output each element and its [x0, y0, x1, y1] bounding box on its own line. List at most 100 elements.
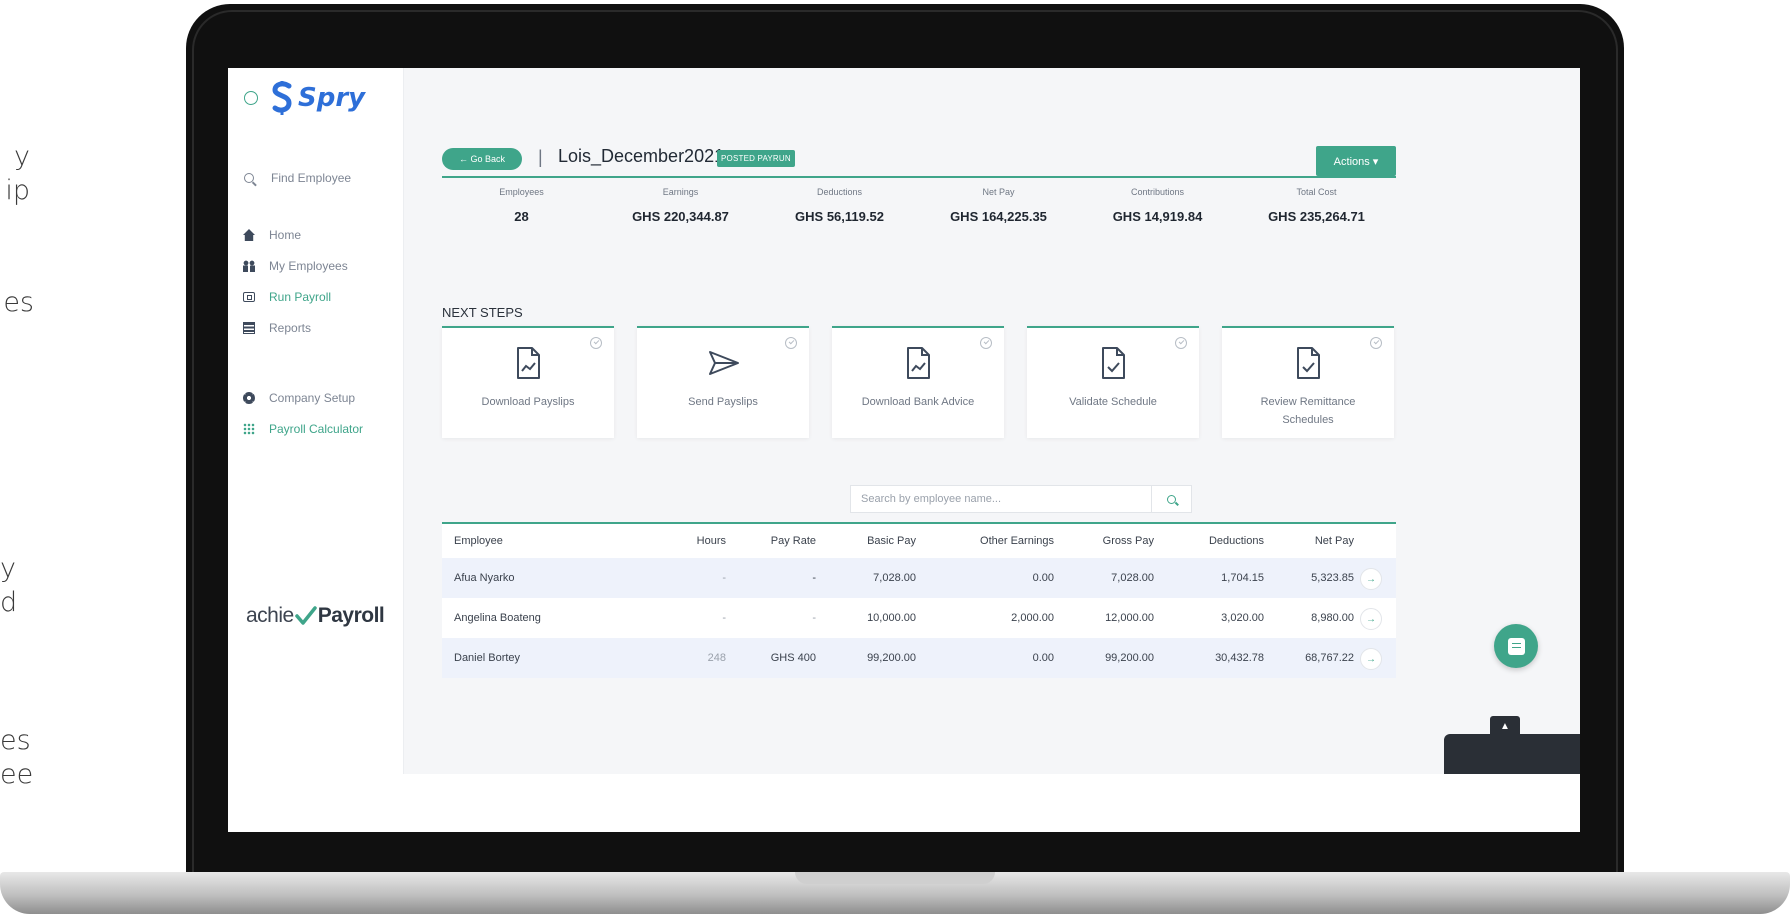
sidebar-item-my-employees[interactable]: My Employees — [243, 259, 348, 273]
people-icon — [243, 260, 255, 272]
summary-value: GHS 235,264.71 — [1268, 209, 1365, 224]
gear-icon — [243, 392, 255, 404]
payrun-summary: Employees 28 Earnings GHS 220,344.87 Ded… — [442, 176, 1396, 244]
employee-search-input[interactable] — [851, 486, 1153, 512]
sidebar-item-run-payroll[interactable]: Run Payroll — [243, 290, 331, 304]
cell-employee: Daniel Bortey — [454, 652, 521, 664]
side-text-line: y — [14, 141, 30, 172]
card-validate-schedule[interactable]: Validate Schedule — [1027, 326, 1199, 438]
side-text-group-4: es ee — [0, 724, 33, 792]
side-text-line: es — [0, 725, 31, 756]
achieve-payroll-logo: achie Payroll — [246, 604, 385, 628]
status-badge: POSTED PAYRUN — [717, 150, 795, 167]
summary-value: GHS 14,919.84 — [1112, 209, 1203, 224]
summary-employees: Employees 28 — [442, 178, 601, 244]
card-review-remittance-schedules[interactable]: Review Remittance Schedules — [1222, 326, 1394, 438]
sidebar-item-label: Payroll Calculator — [269, 422, 364, 436]
cell-hours: - — [722, 572, 726, 584]
cell-gross-pay: 12,000.00 — [1105, 612, 1154, 624]
card-send-payslips[interactable]: Send Payslips — [637, 326, 809, 438]
cell-net-pay: 5,323.85 — [1311, 572, 1354, 584]
summary-earnings: Earnings GHS 220,344.87 — [601, 178, 760, 244]
cell-deductions: 30,432.78 — [1215, 652, 1264, 664]
actions-dropdown-button[interactable]: Actions ▾ — [1316, 146, 1396, 176]
document-chart-icon — [907, 347, 930, 379]
go-back-button[interactable]: ← Go Back — [442, 148, 522, 170]
laptop-notch — [795, 872, 995, 884]
column-header[interactable]: Gross Pay — [1054, 535, 1154, 547]
side-text-group-3: y d — [0, 552, 17, 620]
summary-value: GHS 220,344.87 — [632, 209, 729, 224]
cell-other-earnings: 0.00 — [1032, 572, 1054, 584]
check-circle-icon — [1175, 337, 1187, 349]
sidebar-item-home[interactable]: Home — [243, 228, 301, 242]
scroll-up-chevron-icon[interactable]: ▲ — [1490, 716, 1520, 736]
card-download-bank-advice[interactable]: Download Bank Advice — [832, 326, 1004, 438]
document-check-icon — [1297, 347, 1320, 379]
document-check-icon — [1102, 347, 1125, 379]
side-text-group-1: y ip — [0, 140, 30, 208]
cell-basic-pay: 7,028.00 — [873, 572, 916, 584]
table-row[interactable]: Daniel Bortey 248 GHS 400 99,200.00 0.00… — [442, 638, 1396, 678]
bottom-tab-strip — [1444, 734, 1580, 774]
search-button[interactable] — [1151, 486, 1191, 512]
sidebar: Spry Find Employee Home My Employees Run… — [228, 68, 404, 774]
employee-search — [850, 485, 1192, 513]
cell-net-pay: 68,767.22 — [1305, 652, 1354, 664]
table-row[interactable]: Angelina Boateng - - 10,000.00 2,000.00 … — [442, 598, 1396, 638]
cell-gross-pay: 99,200.00 — [1105, 652, 1154, 664]
column-header[interactable]: Other Earnings — [916, 535, 1054, 547]
summary-value: GHS 164,225.35 — [950, 209, 1047, 224]
send-icon — [709, 351, 739, 375]
sidebar-item-label: My Employees — [269, 259, 348, 273]
summary-deductions: Deductions GHS 56,119.52 — [760, 178, 919, 244]
chat-icon — [1507, 637, 1525, 655]
check-circle-icon — [785, 337, 797, 349]
summary-label: Total Cost — [1296, 187, 1337, 197]
cell-basic-pay: 99,200.00 — [867, 652, 916, 664]
cell-other-earnings: 0.00 — [1032, 652, 1054, 664]
card-download-payslips[interactable]: Download Payslips — [442, 326, 614, 438]
summary-label: Earnings — [662, 187, 699, 197]
row-details-arrow-icon[interactable]: → — [1360, 608, 1382, 630]
summary-label: Contributions — [1130, 187, 1185, 197]
column-header[interactable]: Hours — [662, 535, 726, 547]
sidebar-item-label: Home — [269, 228, 302, 242]
row-details-arrow-icon[interactable]: → — [1360, 568, 1382, 590]
summary-contributions: Contributions GHS 14,919.84 — [1078, 178, 1237, 244]
cell-hours: 248 — [707, 652, 726, 664]
check-circle-icon — [590, 337, 602, 349]
collapse-toggle-icon[interactable] — [244, 91, 258, 105]
sidebar-item-payroll-calculator[interactable]: Payroll Calculator — [243, 422, 363, 436]
column-header[interactable]: Employee — [442, 535, 662, 547]
cell-basic-pay: 10,000.00 — [867, 612, 916, 624]
card-label: Review Remittance Schedules — [1260, 396, 1356, 426]
row-details-arrow-icon[interactable]: → — [1360, 648, 1382, 670]
next-steps-heading: NEXT STEPS — [442, 305, 523, 320]
cell-other-earnings: 2,000.00 — [1011, 612, 1054, 624]
cell-employee: Angelina Boateng — [454, 612, 541, 624]
sidebar-item-reports[interactable]: Reports — [243, 321, 311, 335]
logo-text-a: achie — [246, 604, 294, 627]
main-content: ← Go Back | Lois_December2021 POSTED PAY… — [404, 68, 1580, 774]
cell-deductions: 1,704.15 — [1221, 572, 1264, 584]
card-label: Download Bank Advice — [861, 396, 975, 408]
side-text-group-2: es — [0, 286, 34, 320]
table-row[interactable]: Afua Nyarko - - 7,028.00 0.00 7,028.00 1… — [442, 558, 1396, 598]
column-header[interactable]: Net Pay — [1264, 535, 1354, 547]
search-icon — [244, 173, 254, 183]
column-header[interactable]: Pay Rate — [726, 535, 816, 547]
column-header[interactable]: Deductions — [1154, 535, 1264, 547]
summary-value: GHS 56,119.52 — [795, 209, 884, 224]
card-label: Download Payslips — [481, 396, 575, 408]
side-text-line: es — [3, 287, 34, 318]
summary-label: Net Pay — [982, 187, 1015, 197]
check-circle-icon — [980, 337, 992, 349]
find-employee-link[interactable]: Find Employee — [244, 171, 351, 185]
chat-support-button[interactable] — [1494, 624, 1538, 668]
column-header[interactable]: Basic Pay — [816, 535, 916, 547]
logo-text-b: Payroll — [317, 604, 385, 627]
summary-value: 28 — [514, 209, 529, 224]
cell-gross-pay: 7,028.00 — [1111, 572, 1154, 584]
sidebar-item-company-setup[interactable]: Company Setup — [243, 391, 355, 405]
